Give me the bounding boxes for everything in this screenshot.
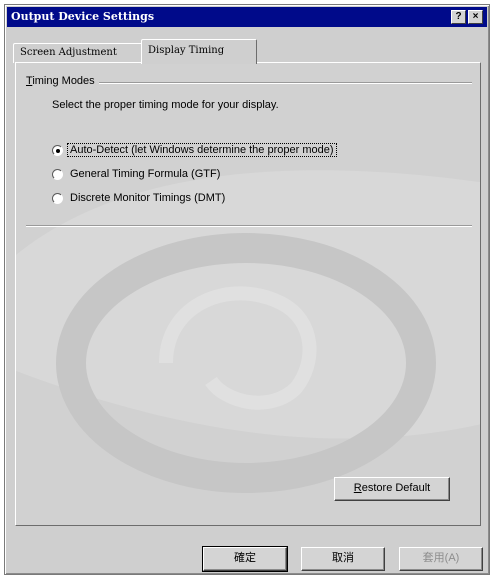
radio-label-auto-detect: Auto-Detect (let Windows determine the p… [67,143,337,157]
radio-button[interactable] [52,193,63,204]
radio-label-gtf: General Timing Formula (GTF) [70,168,221,180]
help-icon[interactable]: ? [451,10,466,24]
close-icon[interactable]: × [468,10,483,24]
output-device-settings-dialog: Output Device Settings ? × Screen Adjust… [4,4,490,575]
radio-button-checked[interactable] [52,145,63,156]
cancel-button[interactable]: 取消 [301,547,385,571]
timing-modes-label: Timing Modes [26,75,99,87]
logo-watermark [16,170,480,493]
apply-button[interactable]: 套用(A) [399,547,483,571]
tab-panel-display-timing: Timing Modes Select the proper timing mo… [15,62,481,526]
title-bar[interactable]: Output Device Settings ? × [7,7,487,27]
radio-label-dmt: Discrete Monitor Timings (DMT) [70,192,226,204]
group-bottom-divider [26,225,472,227]
tab-screen-adjustment[interactable]: Screen Adjustment [13,43,143,63]
restore-default-button[interactable]: Restore Default [334,477,450,501]
radio-button[interactable] [52,169,63,180]
instruction-text: Select the proper timing mode for your d… [52,99,279,111]
tab-display-timing[interactable]: Display Timing [141,39,257,64]
window-title: Output Device Settings [11,10,155,23]
ok-button[interactable]: 確定 [202,546,288,572]
